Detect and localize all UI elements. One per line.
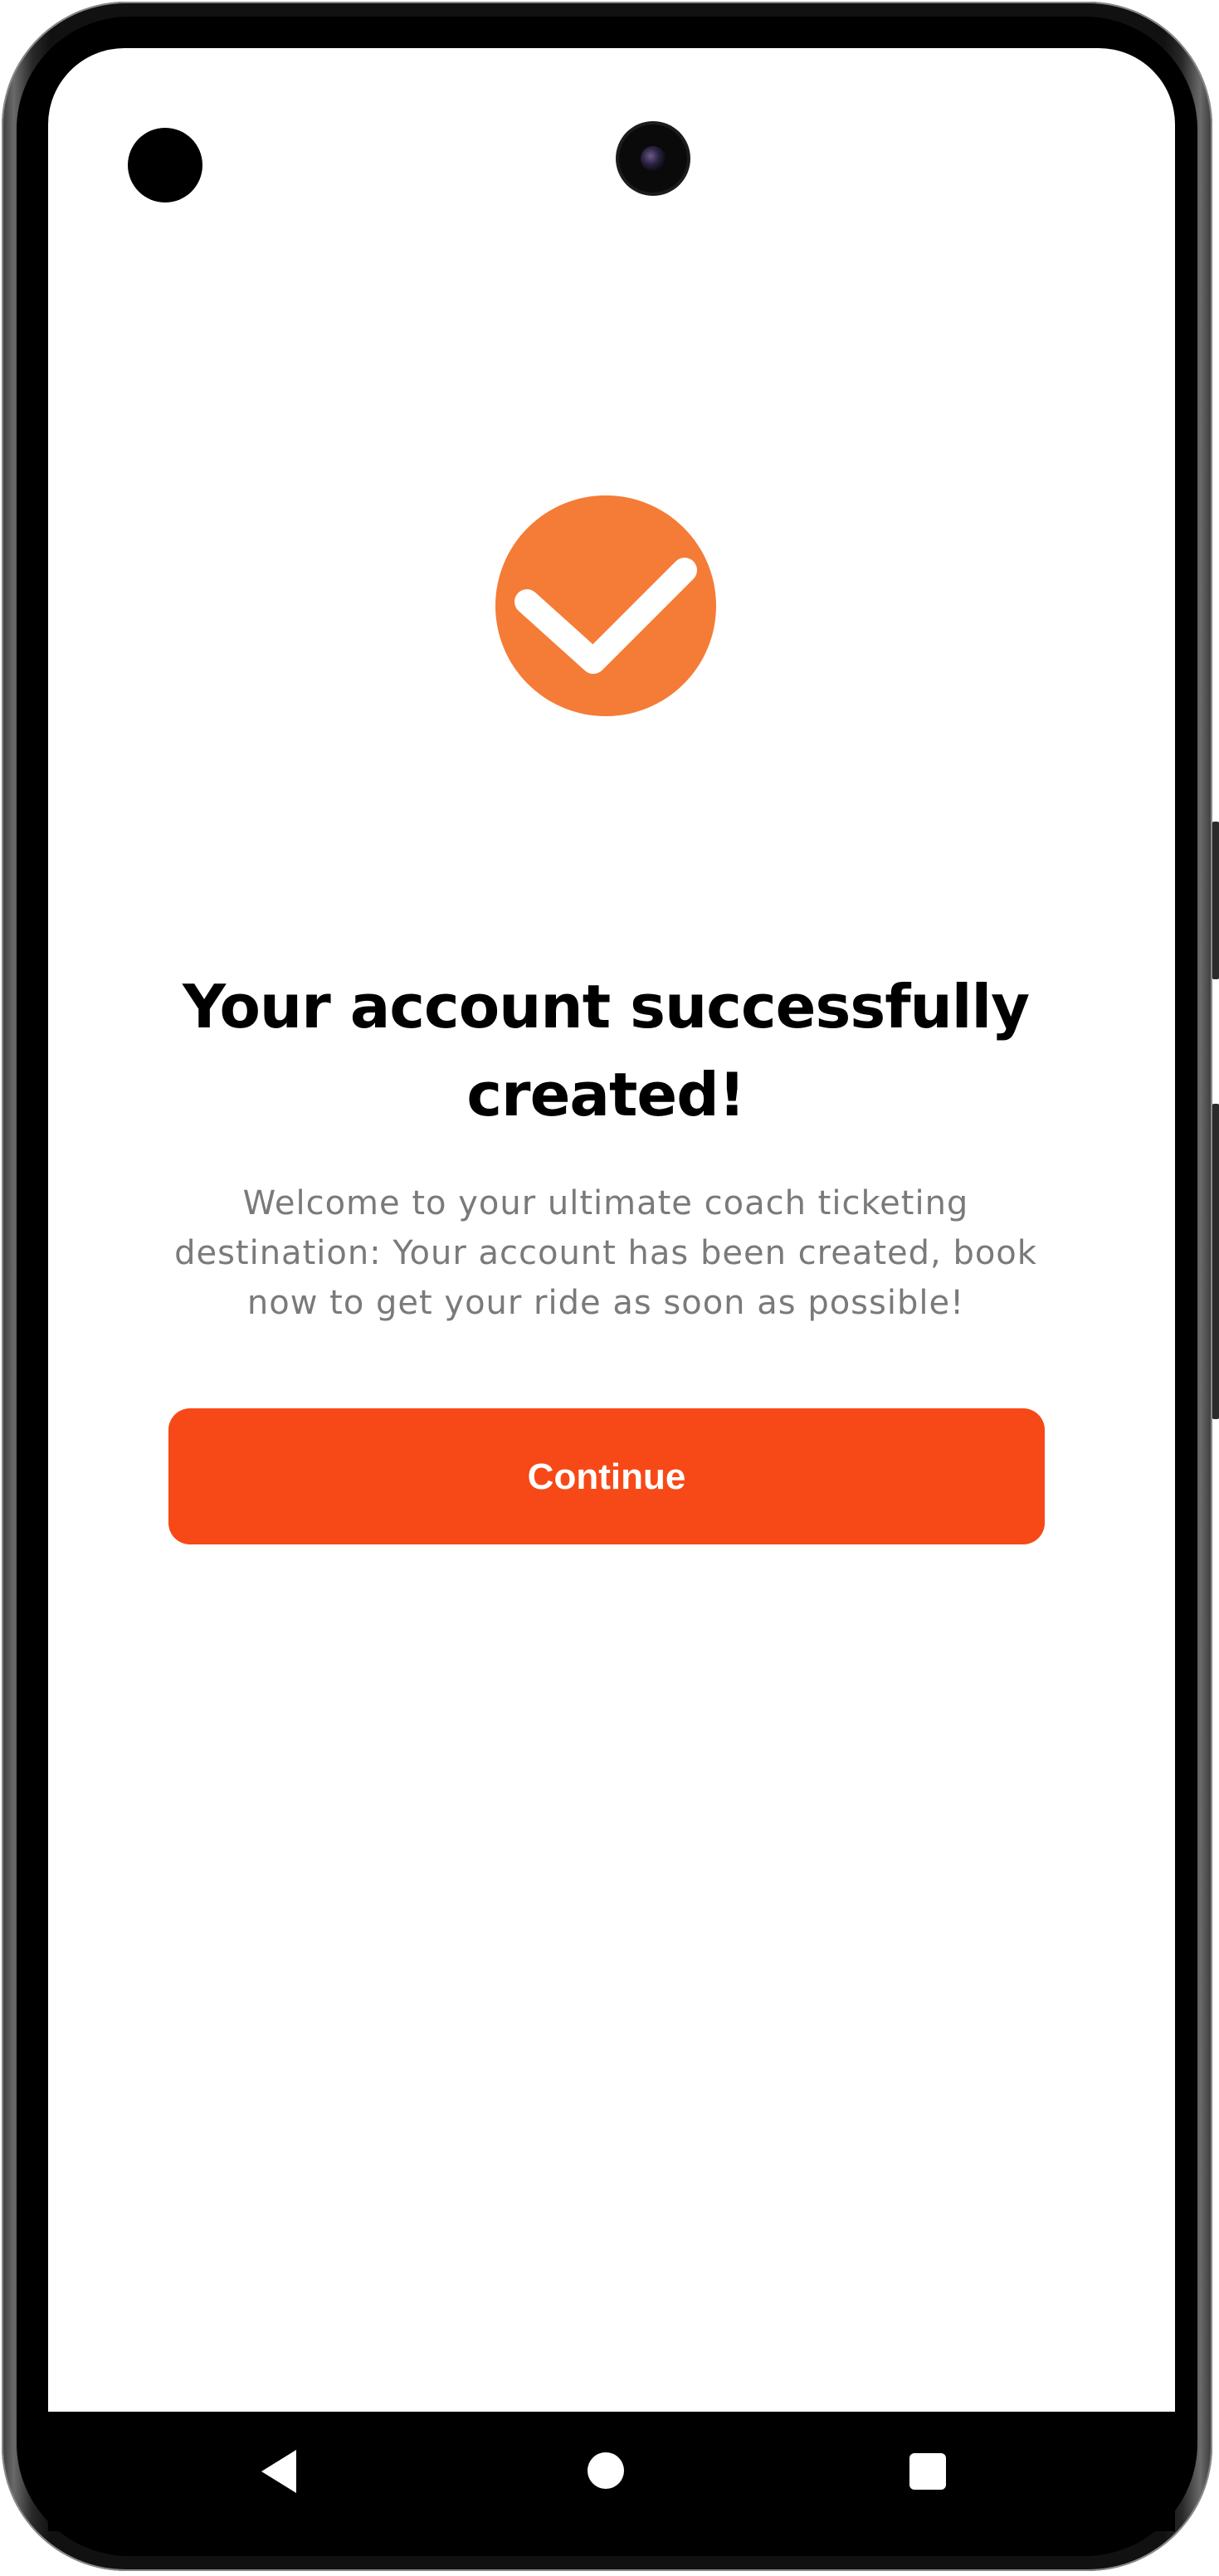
success-title: Your account successfully created!	[182, 972, 1030, 1129]
home-circle-icon[interactable]	[588, 2452, 624, 2489]
front-camera	[619, 124, 687, 193]
phone-device: Your account successfully created! Welco…	[0, 0, 1219, 2576]
checkmark-circle-icon	[495, 495, 716, 716]
back-triangle-icon[interactable]	[261, 2450, 296, 2493]
volume-button	[1212, 822, 1219, 979]
success-message: Welcome to your ultimate coach ticketing…	[174, 1184, 1037, 1322]
continue-button[interactable]: Continue	[168, 1408, 1045, 1544]
power-button	[1212, 1104, 1219, 1419]
recents-square-icon[interactable]	[909, 2453, 946, 2490]
sensor-cutout	[128, 128, 202, 202]
